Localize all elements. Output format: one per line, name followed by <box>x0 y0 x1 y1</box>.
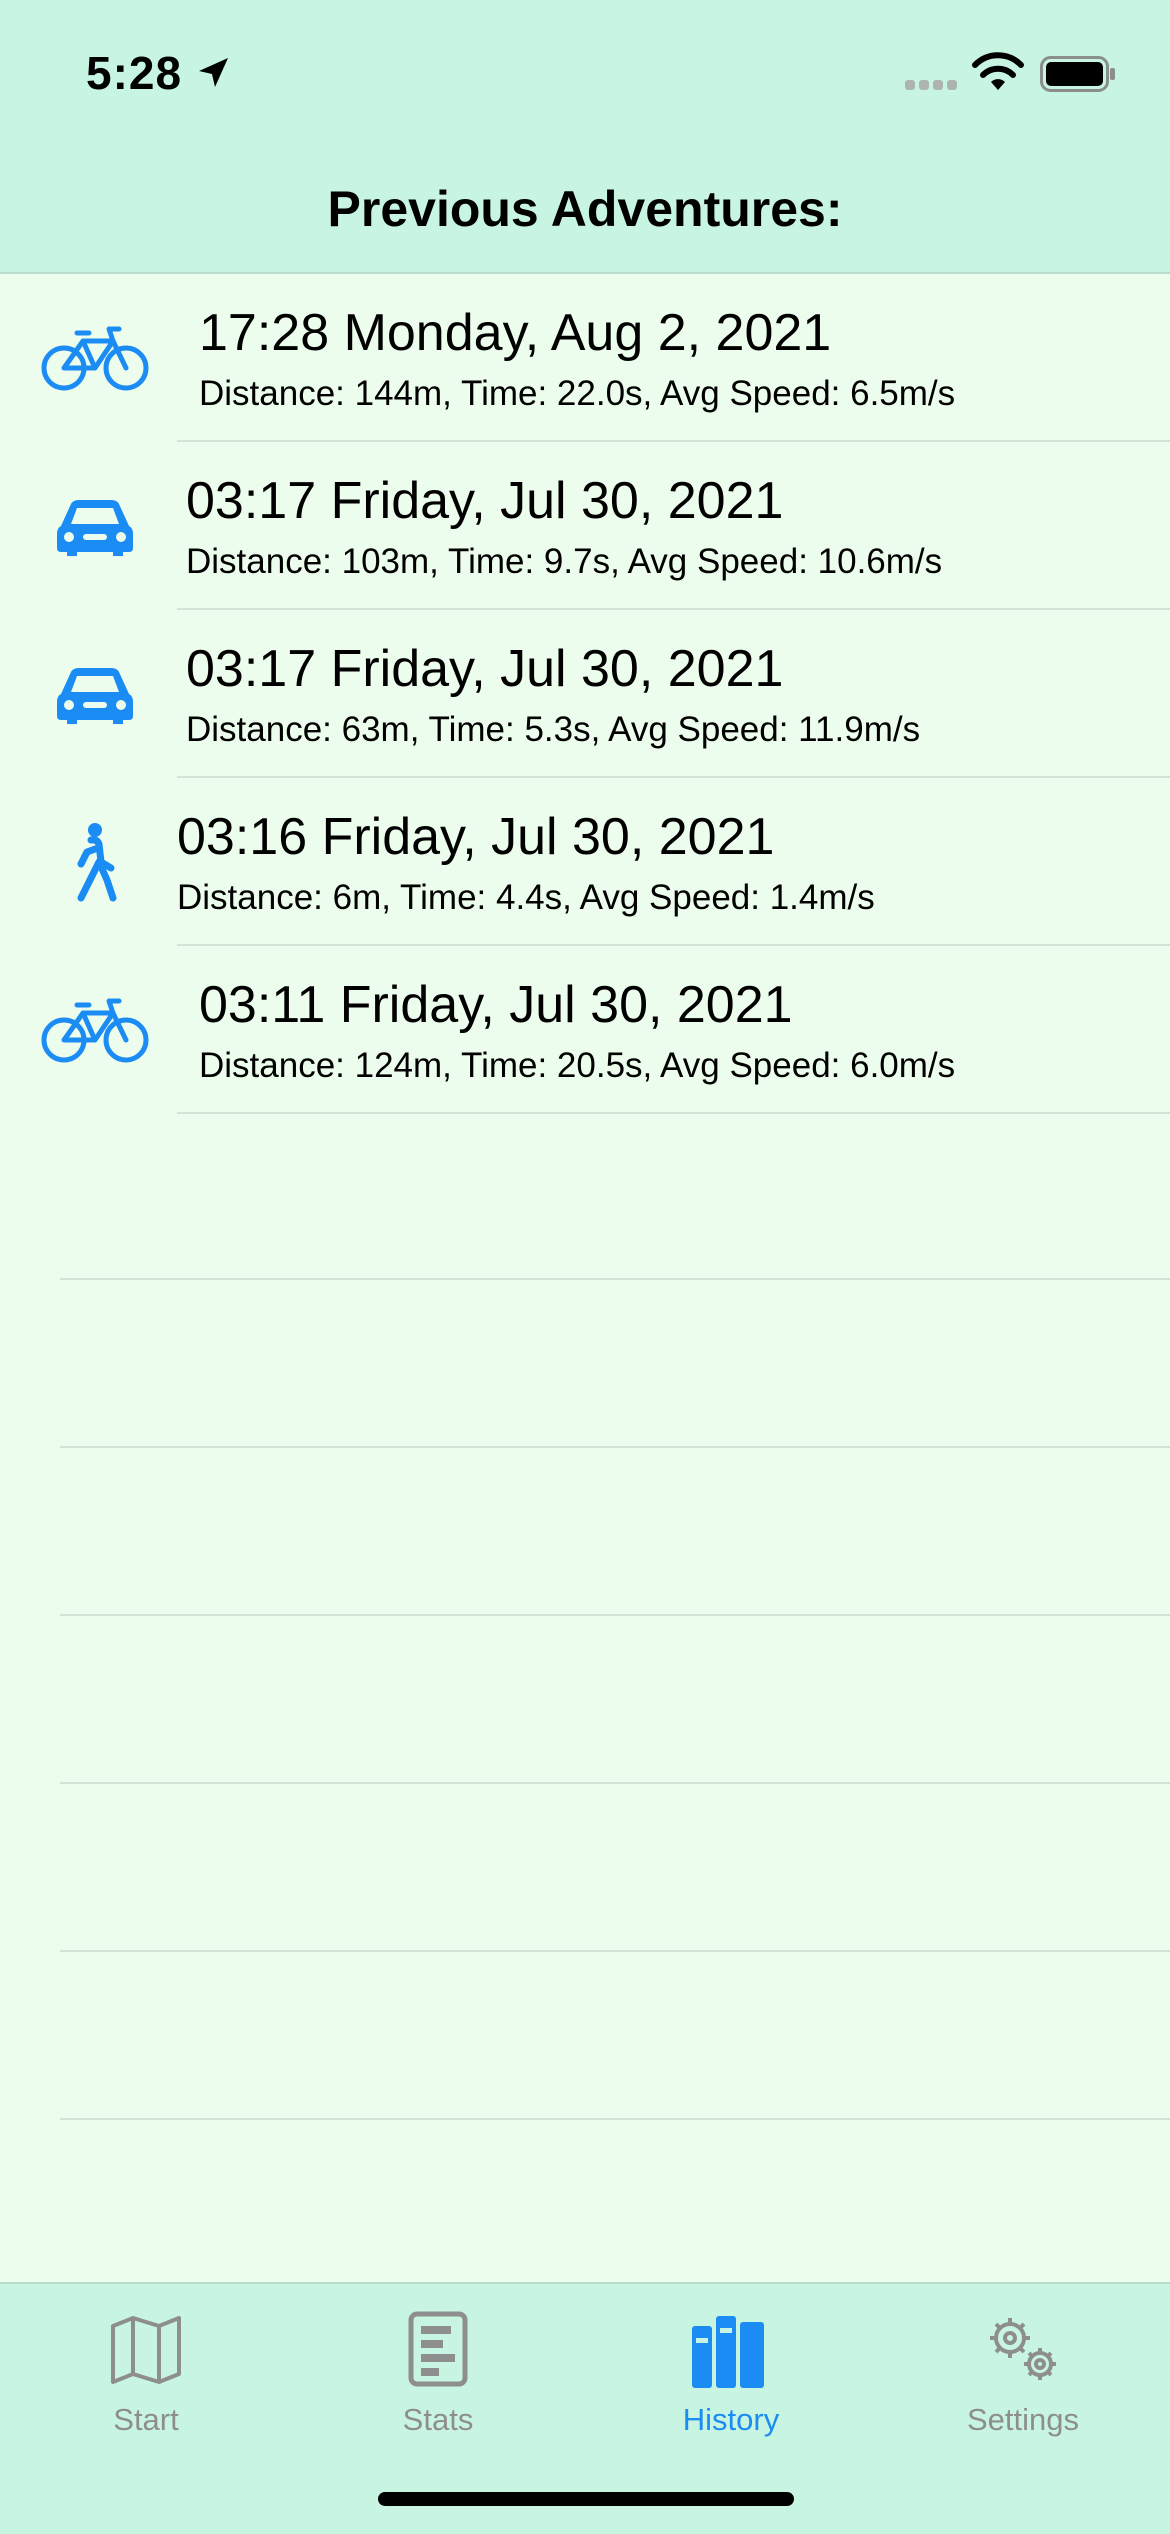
bicycle-icon <box>36 310 154 406</box>
empty-row-separator <box>60 1446 1170 1448</box>
adventure-details: Distance: 103m, Time: 9.7s, Avg Speed: 1… <box>186 542 943 581</box>
tab-stats[interactable]: Stats <box>328 2310 548 2470</box>
car-icon <box>36 478 154 574</box>
adventure-text: 03:16 Friday, Jul 30, 2021 Distance: 6m,… <box>177 806 875 920</box>
adventure-title: 17:28 Monday, Aug 2, 2021 <box>199 304 832 362</box>
battery-icon <box>1040 56 1115 92</box>
adventure-row[interactable]: 03:16 Friday, Jul 30, 2021 Distance: 6m,… <box>0 778 1170 946</box>
adventure-row[interactable]: 03:17 Friday, Jul 30, 2021 Distance: 63m… <box>0 610 1170 778</box>
car-icon <box>36 646 154 742</box>
adventures-list[interactable]: 17:28 Monday, Aug 2, 2021 Distance: 144m… <box>0 274 1170 1114</box>
empty-row-separator <box>60 1782 1170 1784</box>
status-bar: 5:28 <box>0 0 1170 150</box>
adventure-title: 03:11 Friday, Jul 30, 2021 <box>199 976 793 1034</box>
walking-icon <box>36 814 154 910</box>
status-time: 5:28 <box>86 47 183 99</box>
tab-label: Settings <box>966 2402 1079 2437</box>
home-indicator[interactable] <box>378 2492 794 2506</box>
bicycle-icon <box>36 982 154 1078</box>
adventure-row[interactable]: 03:17 Friday, Jul 30, 2021 Distance: 103… <box>0 442 1170 610</box>
gears-icon <box>990 2318 1056 2380</box>
row-separator <box>177 1112 1170 1114</box>
tab-start[interactable]: Start <box>36 2310 256 2470</box>
navigation-bar: Previous Adventures: <box>0 150 1170 274</box>
wifi-icon <box>972 52 1024 90</box>
map-icon <box>111 2316 181 2384</box>
empty-row-separator <box>60 1950 1170 1952</box>
adventure-details: Distance: 6m, Time: 4.4s, Avg Speed: 1.4… <box>177 878 875 917</box>
tab-label: Start <box>113 2402 179 2437</box>
tab-label: History <box>682 2402 780 2437</box>
signal-icon <box>905 80 957 90</box>
empty-row-separator <box>60 1278 1170 1280</box>
adventure-text: 03:17 Friday, Jul 30, 2021 Distance: 63m… <box>186 638 920 752</box>
books-icon <box>692 2316 764 2388</box>
adventure-details: Distance: 144m, Time: 22.0s, Avg Speed: … <box>199 374 956 413</box>
adventure-title: 03:17 Friday, Jul 30, 2021 <box>186 472 784 530</box>
tab-label: Stats <box>402 2402 474 2437</box>
adventure-text: 03:17 Friday, Jul 30, 2021 Distance: 103… <box>186 470 942 584</box>
stats-document-icon <box>408 2311 468 2387</box>
tab-settings[interactable]: Settings <box>913 2310 1133 2470</box>
empty-row-separator <box>60 2118 1170 2120</box>
adventure-details: Distance: 63m, Time: 5.3s, Avg Speed: 11… <box>186 710 921 749</box>
page-title: Previous Adventures: <box>327 181 843 237</box>
location-arrow-icon <box>199 58 228 87</box>
adventure-title: 03:16 Friday, Jul 30, 2021 <box>177 808 775 866</box>
adventure-details: Distance: 124m, Time: 20.5s, Avg Speed: … <box>199 1046 956 1085</box>
empty-row-separator <box>60 1614 1170 1616</box>
tab-history[interactable]: History <box>621 2310 841 2470</box>
adventure-row[interactable]: 17:28 Monday, Aug 2, 2021 Distance: 144m… <box>0 274 1170 442</box>
adventure-row[interactable]: 03:11 Friday, Jul 30, 2021 Distance: 124… <box>0 946 1170 1114</box>
adventure-title: 03:17 Friday, Jul 30, 2021 <box>186 640 784 698</box>
adventure-text: 17:28 Monday, Aug 2, 2021 Distance: 144m… <box>199 302 955 416</box>
adventure-text: 03:11 Friday, Jul 30, 2021 Distance: 124… <box>199 974 955 1088</box>
